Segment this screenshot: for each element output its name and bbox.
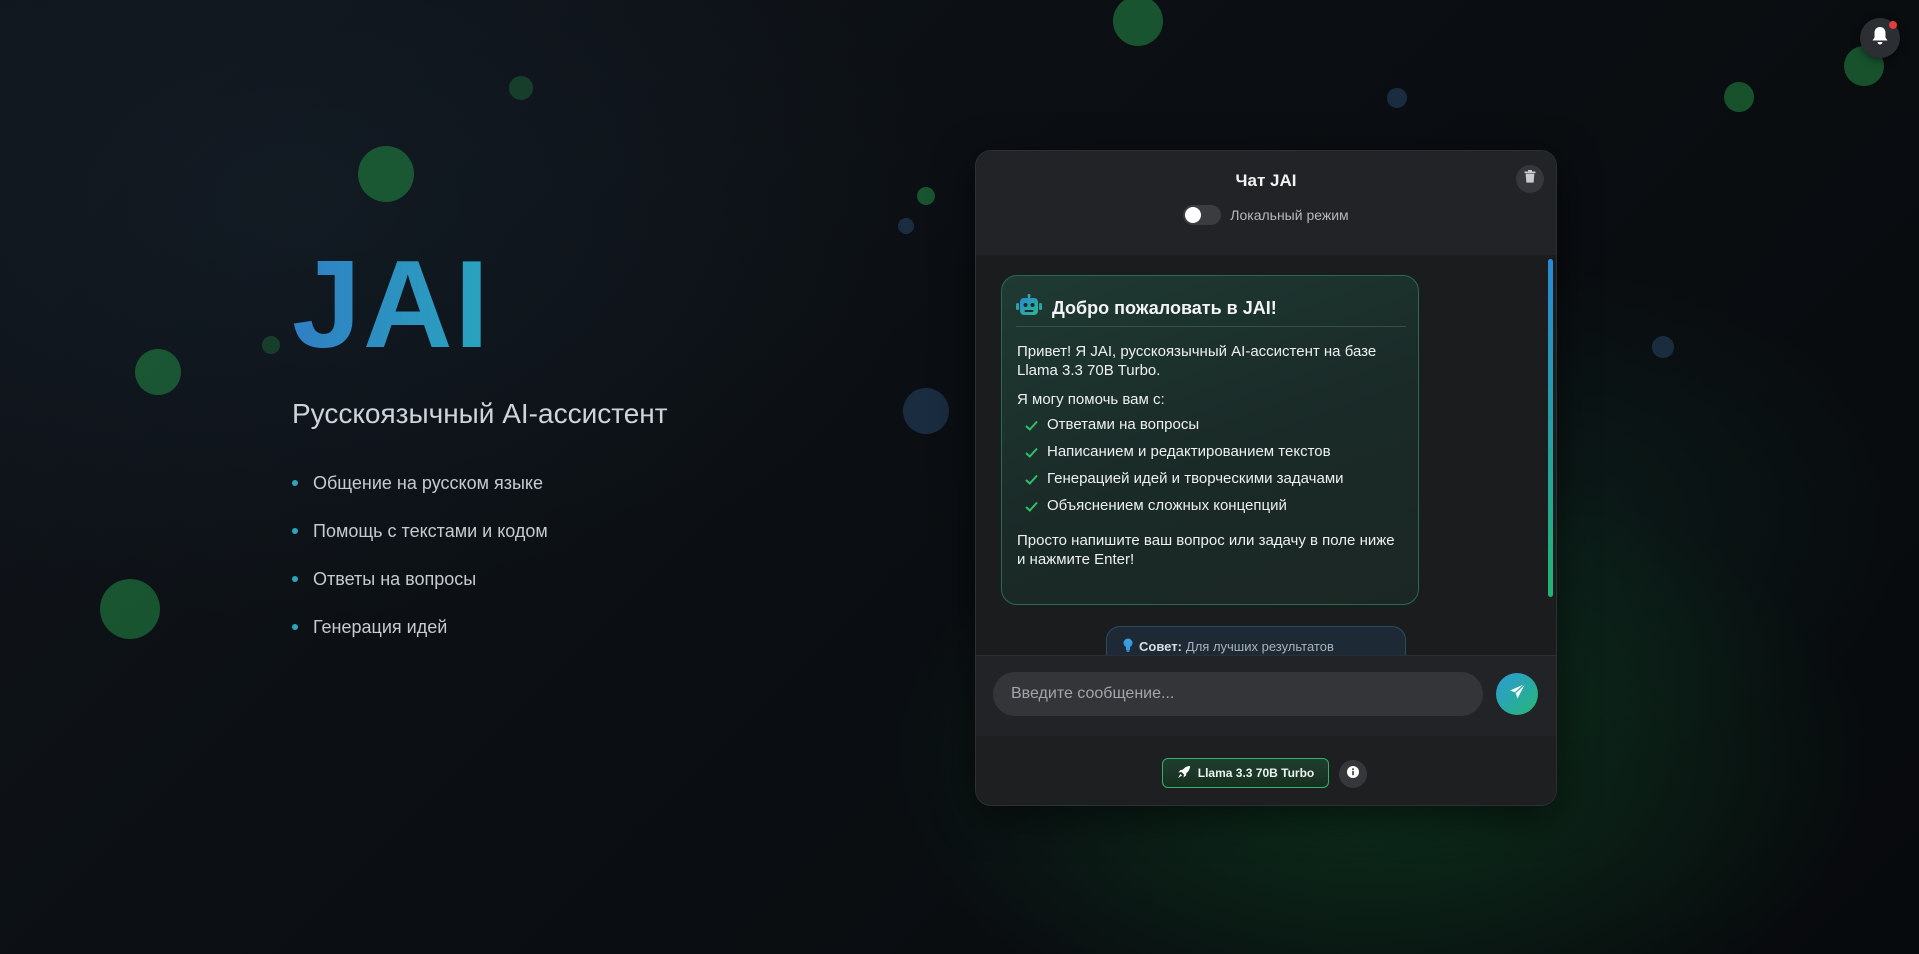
- capability-item: Объяснением сложных концепций: [1017, 496, 1407, 523]
- background-bubble: [262, 336, 280, 354]
- feature-label: Генерация идей: [313, 617, 448, 637]
- welcome-message: Добро пожаловать в JAI! Привет! Я JAI, р…: [1001, 275, 1419, 605]
- tip-label: Совет:: [1139, 639, 1182, 654]
- check-icon: [1025, 444, 1038, 463]
- capability-label: Объяснением сложных концепций: [1047, 497, 1287, 514]
- background-bubble: [903, 388, 949, 434]
- bullet-dot: [292, 528, 298, 534]
- capability-item: Написанием и редактированием текстов: [1017, 442, 1407, 469]
- background-bubble: [100, 579, 160, 639]
- send-button[interactable]: [1496, 673, 1538, 715]
- hero-section: JAI Русскоязычный AI-ассистент Общение н…: [292, 243, 668, 664]
- check-icon: [1025, 417, 1038, 436]
- background-bubble: [509, 76, 533, 100]
- background-bubble: [1652, 336, 1674, 358]
- feature-label: Общение на русском языке: [313, 473, 543, 493]
- message-list[interactable]: Добро пожаловать в JAI! Привет! Я JAI, р…: [976, 255, 1556, 655]
- model-info-button[interactable]: [1339, 760, 1367, 788]
- background-bubble: [898, 218, 914, 234]
- local-mode-row: Локальный режим: [976, 205, 1556, 225]
- feature-label: Помощь с текстами и кодом: [313, 521, 548, 541]
- background-bubble: [1724, 82, 1754, 112]
- notification-badge: [1889, 21, 1897, 29]
- tip-message: Совет: Для лучших результатов: [1106, 626, 1406, 655]
- scrollbar[interactable]: [1548, 259, 1553, 597]
- feature-item: Помощь с текстами и кодом: [292, 520, 668, 568]
- clear-chat-button[interactable]: [1516, 165, 1544, 193]
- feature-label: Ответы на вопросы: [313, 569, 477, 589]
- capability-label: Генерацией идей и творческими задачами: [1047, 470, 1344, 487]
- capability-list: Ответами на вопросы Написанием и редакти…: [1017, 415, 1407, 523]
- model-label: Llama 3.3 70B Turbo: [1197, 766, 1315, 780]
- notification-button[interactable]: [1860, 18, 1900, 58]
- background-bubble: [1387, 88, 1407, 108]
- chat-footer: Llama 3.3 70B Turbo: [976, 736, 1556, 805]
- composer: [976, 655, 1556, 737]
- jai-logo: JAI: [292, 243, 668, 367]
- tip-row: Совет: Для лучших результатов: [1123, 638, 1334, 655]
- welcome-body: Привет! Я JAI, русскоязычный AI-ассистен…: [1017, 342, 1407, 579]
- message-input[interactable]: [993, 672, 1483, 716]
- welcome-can-help: Я могу помочь вам с:: [1017, 391, 1165, 408]
- hero-subtitle: Русскоязычный AI-ассистент: [292, 398, 668, 429]
- robot-icon: [1016, 293, 1042, 323]
- chat-title: Чат JAI: [1235, 171, 1297, 190]
- welcome-intro: Привет! Я JAI, русскоязычный AI-ассистен…: [1017, 343, 1377, 379]
- chat-window: Чат JAI Локальный режим Добро пожаловать…: [975, 150, 1557, 806]
- chat-header: Чат JAI Локальный режим: [976, 151, 1556, 256]
- bullet-dot: [292, 480, 298, 486]
- welcome-title: Добро пожаловать в JAI!: [1052, 297, 1277, 318]
- feature-list: Общение на русском языке Помощь с текста…: [292, 472, 668, 664]
- background-bubble: [917, 187, 935, 205]
- check-icon: [1025, 498, 1038, 517]
- capability-item: Генерацией идей и творческими задачами: [1017, 469, 1407, 496]
- paper-plane-icon: [1509, 683, 1526, 705]
- check-icon: [1025, 471, 1038, 490]
- background-bubble: [135, 349, 181, 395]
- bullet-dot: [292, 624, 298, 630]
- local-mode-toggle[interactable]: [1183, 205, 1222, 225]
- welcome-header: Добро пожаловать в JAI!: [1016, 290, 1406, 327]
- lightbulb-icon: [1123, 638, 1133, 655]
- background-bubble: [1113, 0, 1163, 46]
- rocket-icon: [1177, 765, 1198, 782]
- model-selector[interactable]: Llama 3.3 70B Turbo: [1162, 758, 1329, 788]
- bullet-dot: [292, 576, 298, 582]
- background-bubble: [358, 146, 414, 202]
- bell-icon: [1871, 26, 1889, 51]
- capability-item: Ответами на вопросы: [1017, 415, 1407, 442]
- feature-item: Ответы на вопросы: [292, 568, 668, 616]
- feature-item: Генерация идей: [292, 616, 668, 664]
- toggle-knob: [1185, 207, 1202, 223]
- info-icon: [1347, 765, 1359, 783]
- local-mode-label: Локальный режим: [1230, 207, 1349, 223]
- tip-text: Для лучших результатов: [1185, 639, 1334, 654]
- trash-icon: [1524, 170, 1536, 188]
- feature-item: Общение на русском языке: [292, 472, 668, 520]
- welcome-outro: Просто напишите ваш вопрос или задачу в …: [1017, 532, 1395, 568]
- capability-label: Написанием и редактированием текстов: [1047, 443, 1331, 460]
- capability-label: Ответами на вопросы: [1047, 416, 1200, 433]
